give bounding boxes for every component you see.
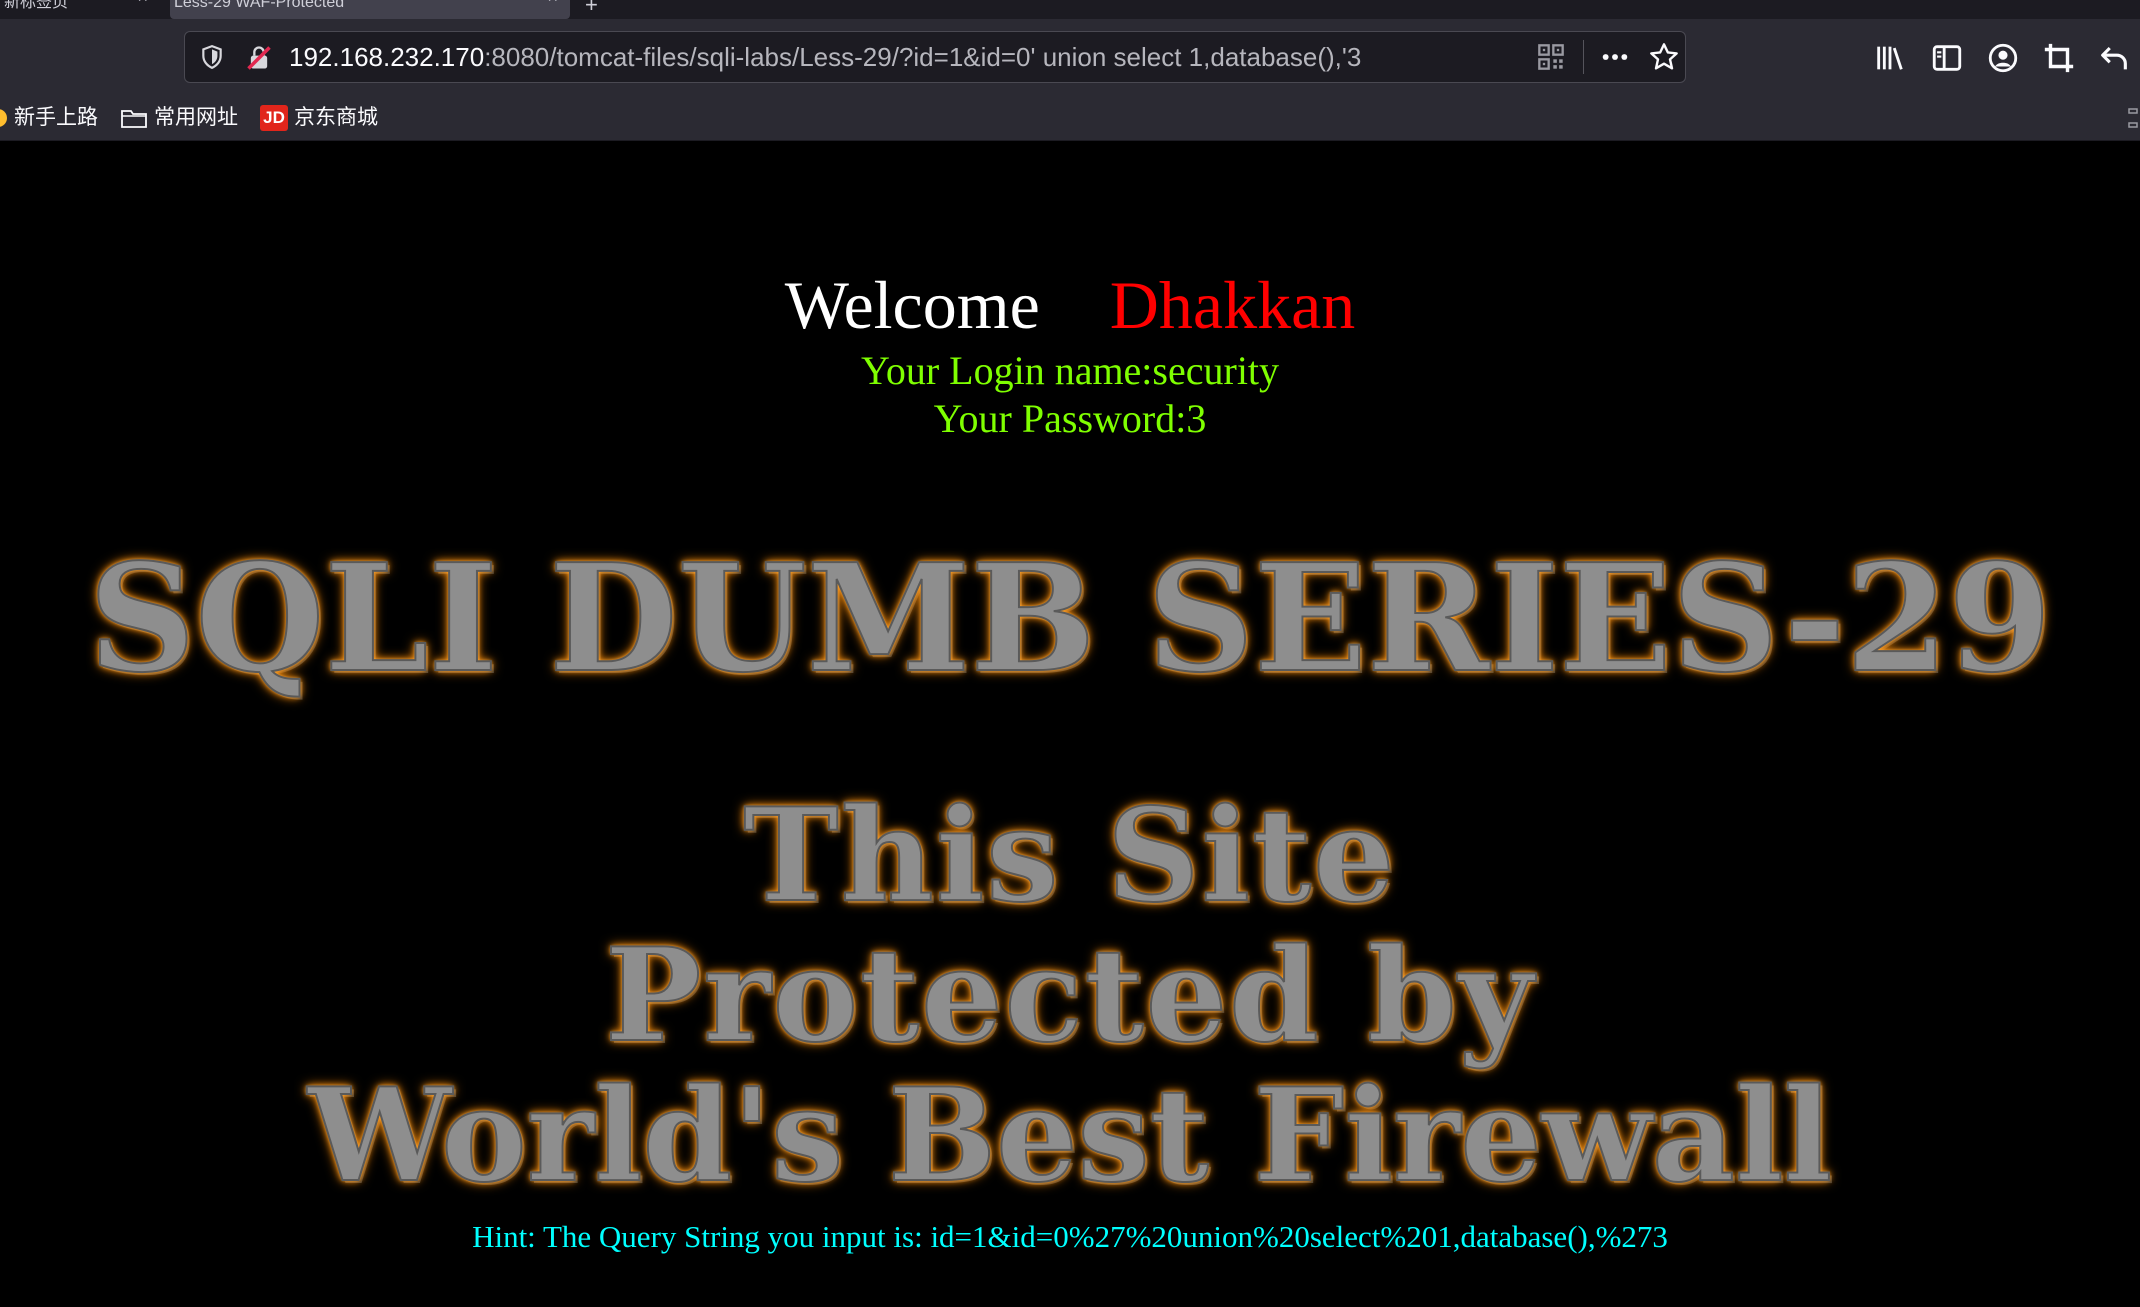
firewall-banner-line-3: World's Best Firewall: [307, 1060, 1833, 1212]
firewall-banner-line-1: This Site: [742, 780, 1397, 932]
welcome-label: Welcome: [784, 267, 1040, 343]
tab-active[interactable]: Less-29 WAF-Protected ×: [170, 0, 570, 19]
password-text: Your Password:3: [933, 396, 1207, 441]
tab-1-label: 新标签页: [4, 0, 69, 11]
folder-icon: [121, 110, 147, 129]
bookmark-label: 京东商城: [294, 106, 378, 129]
welcome-username: Dhakkan: [1109, 267, 1356, 343]
bookmarks-toolbar: 新手上路 常用网址 JD 京东商城: [0, 95, 2140, 141]
insecure-lock-icon[interactable]: [245, 44, 273, 72]
bookmark-common-sites[interactable]: 常用网址: [120, 95, 238, 140]
url-host: 192.168.232.170: [289, 42, 485, 72]
bookmark-star-icon[interactable]: [1648, 41, 1680, 73]
navigation-toolbar: 192.168.232.170:8080/tomcat-files/sqli-l…: [0, 19, 2140, 95]
qr-code-icon[interactable]: [1537, 43, 1565, 71]
welcome-line: Welcome Dhakkan: [0, 265, 2140, 345]
tab-2-label: Less-29 WAF-Protected: [174, 0, 345, 11]
tab-strip: 新标签页 × Less-29 WAF-Protected × +: [0, 0, 2140, 19]
series-title-banner: SQLI DUMB SERIES-29: [88, 531, 2053, 705]
bookmark-label: 新手上路: [14, 106, 98, 129]
account-icon[interactable]: [1986, 41, 2020, 75]
firefox-icon: [0, 109, 7, 128]
sidebar-icon[interactable]: [1930, 41, 1964, 75]
bookmark-getting-started[interactable]: 新手上路: [0, 95, 98, 140]
url-text[interactable]: 192.168.232.170:8080/tomcat-files/sqli-l…: [289, 32, 1361, 82]
firewall-banner-line-2: Protected by: [604, 920, 1536, 1072]
query-hint-text: Hint: The Query String you input is: id=…: [472, 1219, 1668, 1254]
page-content: Welcome Dhakkan Your Login name:security …: [0, 141, 2140, 1307]
login-name-text: Your Login name:security: [860, 348, 1280, 393]
more-actions-icon[interactable]: [1598, 41, 1632, 73]
bookmarks-overflow-icon[interactable]: [2126, 107, 2140, 129]
jd-icon: JD: [260, 105, 288, 132]
bookmark-label: 常用网址: [154, 106, 238, 129]
bookmark-jd[interactable]: JD 京东商城: [260, 95, 378, 140]
tab-1[interactable]: 新标签页 ×: [0, 0, 160, 19]
screenshot-crop-icon[interactable]: [2042, 41, 2076, 75]
library-icon[interactable]: [1873, 41, 1907, 75]
url-path: :8080/tomcat-files/sqli-labs/Less-29/?id…: [484, 42, 1362, 72]
new-tab-button[interactable]: +: [585, 0, 598, 18]
address-bar[interactable]: 192.168.232.170:8080/tomcat-files/sqli-l…: [184, 31, 1686, 83]
undo-arrow-icon[interactable]: [2097, 41, 2131, 75]
shield-icon[interactable]: [199, 44, 225, 70]
urlbar-divider: [1583, 40, 1584, 74]
